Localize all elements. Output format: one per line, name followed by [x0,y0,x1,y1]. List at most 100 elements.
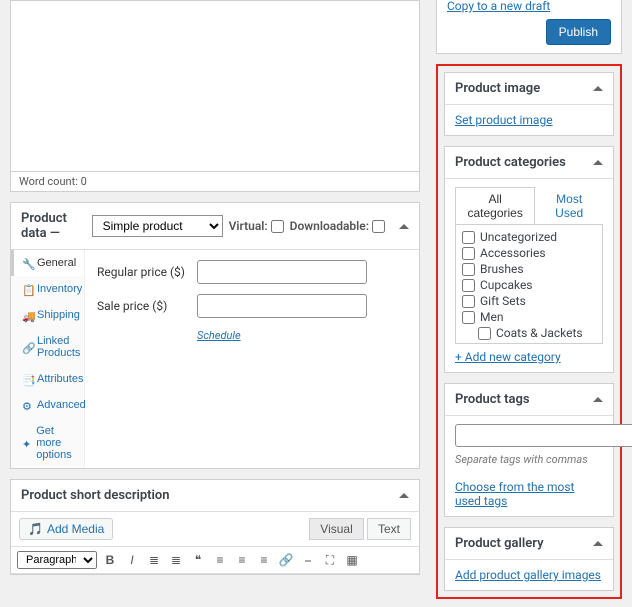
category-label: Men [480,310,503,324]
category-label: Brushes [480,262,524,276]
align-center-icon: ≡ [238,553,245,567]
sale-price-input[interactable] [197,294,367,318]
product-gallery-title: Product gallery [455,536,544,551]
product-image-title: Product image [455,81,540,96]
collapse-icon[interactable] [593,86,603,91]
product-tags-box: Product tags Add Separate tags with comm… [444,383,614,517]
copy-to-draft-link[interactable]: Copy to a new draft [447,0,611,13]
add-gallery-images-link[interactable]: Add product gallery images [455,568,601,582]
content-editor[interactable] [10,0,420,172]
align-left-icon: ≡ [216,553,223,567]
short-description-box: Product short description 🎵 Add Media Vi… [10,479,420,575]
category-label: Accessories [480,246,546,260]
tab-linked-products[interactable]: 🔗Linked Products [11,328,84,366]
category-checkbox[interactable] [462,311,475,324]
tab-attributes[interactable]: 📑Attributes [11,366,84,392]
category-checkbox[interactable] [462,263,475,276]
category-item[interactable]: Brushes [462,261,596,277]
category-label: Coats & Jackets [496,326,583,340]
category-list[interactable]: Uncategorized Accessories Brushes Cupcakes G… [455,224,603,344]
add-new-category-link[interactable]: + Add new category [455,344,561,364]
list-ul-icon: ≣ [149,553,159,567]
tab-inventory[interactable]: 📋Inventory [11,276,84,302]
schedule-link[interactable]: Schedule [97,329,241,342]
kitchen-sink-icon: ▦ [346,553,357,567]
text-tab[interactable]: Text [367,518,411,540]
link-icon: 🔗 [22,342,32,352]
fullscreen-button[interactable]: ⛶ [321,551,339,569]
category-item[interactable]: Accessories [462,245,596,261]
category-item[interactable]: Uncategorized [462,229,596,245]
word-count: Word count: 0 [10,172,420,192]
product-data-box: Product data — Simple product Virtual: D… [10,202,420,469]
category-checkbox[interactable] [462,231,475,244]
collapse-icon[interactable] [593,160,603,165]
choose-most-used-tags-link[interactable]: Choose from the most used tags [455,480,574,508]
tab-shipping[interactable]: 🚚Shipping [11,302,84,328]
collapse-icon[interactable] [593,541,603,546]
readmore-icon: ⎯ [305,553,311,568]
category-checkbox[interactable] [462,247,475,260]
product-gallery-box: Product gallery Add product gallery imag… [444,527,614,591]
product-tags-title: Product tags [455,392,530,407]
regular-price-input[interactable] [197,260,367,284]
insert-link-button[interactable]: 🔗 [277,551,295,569]
downloadable-checkbox[interactable] [372,220,385,233]
tab-get-more[interactable]: ✦Get more options [11,418,84,468]
bulleted-list-button[interactable]: ≣ [145,551,163,569]
wrench-icon: 🔧 [22,258,32,268]
category-item[interactable]: Men [462,309,596,325]
toolbar-toggle-button[interactable]: ▦ [343,551,361,569]
align-center-button[interactable]: ≡ [233,551,251,569]
product-type-select[interactable]: Simple product [92,215,223,237]
virtual-checkbox-label: Virtual: [229,219,284,233]
product-categories-title: Product categories [455,155,566,170]
category-checkbox[interactable] [462,295,475,308]
align-left-button[interactable]: ≡ [211,551,229,569]
italic-button[interactable]: I [123,551,141,569]
set-product-image-link[interactable]: Set product image [455,113,553,127]
tags-hint: Separate tags with commas [455,453,603,466]
truck-icon: 🚚 [22,310,32,320]
notes-icon: 📑 [22,374,32,384]
sparkle-icon: ✦ [22,438,31,448]
insert-more-button[interactable]: ⎯ [299,551,317,569]
visual-tab[interactable]: Visual [309,518,363,540]
gear-icon: ⚙ [22,400,32,410]
regular-price-label: Regular price ($) [97,265,189,279]
categories-tab-most-used[interactable]: Most Used [535,187,603,224]
publish-box: Copy to a new draft Publish [436,0,622,54]
category-item[interactable]: Cupcakes [462,277,596,293]
category-label: Gift Sets [480,294,526,308]
bold-button[interactable]: B [101,551,119,569]
format-select[interactable]: Paragraph [17,551,97,569]
list-ol-icon: ≣ [171,553,181,567]
tab-advanced[interactable]: ⚙Advanced [11,392,84,418]
category-item[interactable]: Coats & Jackets [462,325,596,341]
tag-input[interactable] [455,424,632,447]
category-label: Cupcakes [480,278,533,292]
collapse-icon[interactable] [399,224,409,229]
tab-general[interactable]: 🔧General [11,250,84,276]
category-checkbox[interactable] [462,279,475,292]
category-checkbox[interactable] [478,327,491,340]
virtual-checkbox[interactable] [271,220,284,233]
add-media-button[interactable]: 🎵 Add Media [19,518,113,540]
blockquote-button[interactable]: ❝ [189,551,207,569]
category-item[interactable]: Gift Sets [462,293,596,309]
numbered-list-button[interactable]: ≣ [167,551,185,569]
category-label: Uncategorized [480,230,557,244]
clipboard-icon: 📋 [22,284,32,294]
collapse-icon[interactable] [593,397,603,402]
collapse-icon[interactable] [399,493,409,498]
publish-button[interactable]: Publish [546,19,611,45]
product-data-title: Product data — [21,211,86,241]
camera-icon: 🎵 [28,522,43,536]
fullscreen-icon: ⛶ [326,553,334,568]
link-icon: 🔗 [279,553,294,567]
short-description-title: Product short description [21,488,170,503]
quote-icon: ❝ [195,553,201,567]
align-right-button[interactable]: ≡ [255,551,273,569]
downloadable-checkbox-label: Downloadable: [290,219,385,233]
categories-tab-all[interactable]: All categories [455,187,535,224]
